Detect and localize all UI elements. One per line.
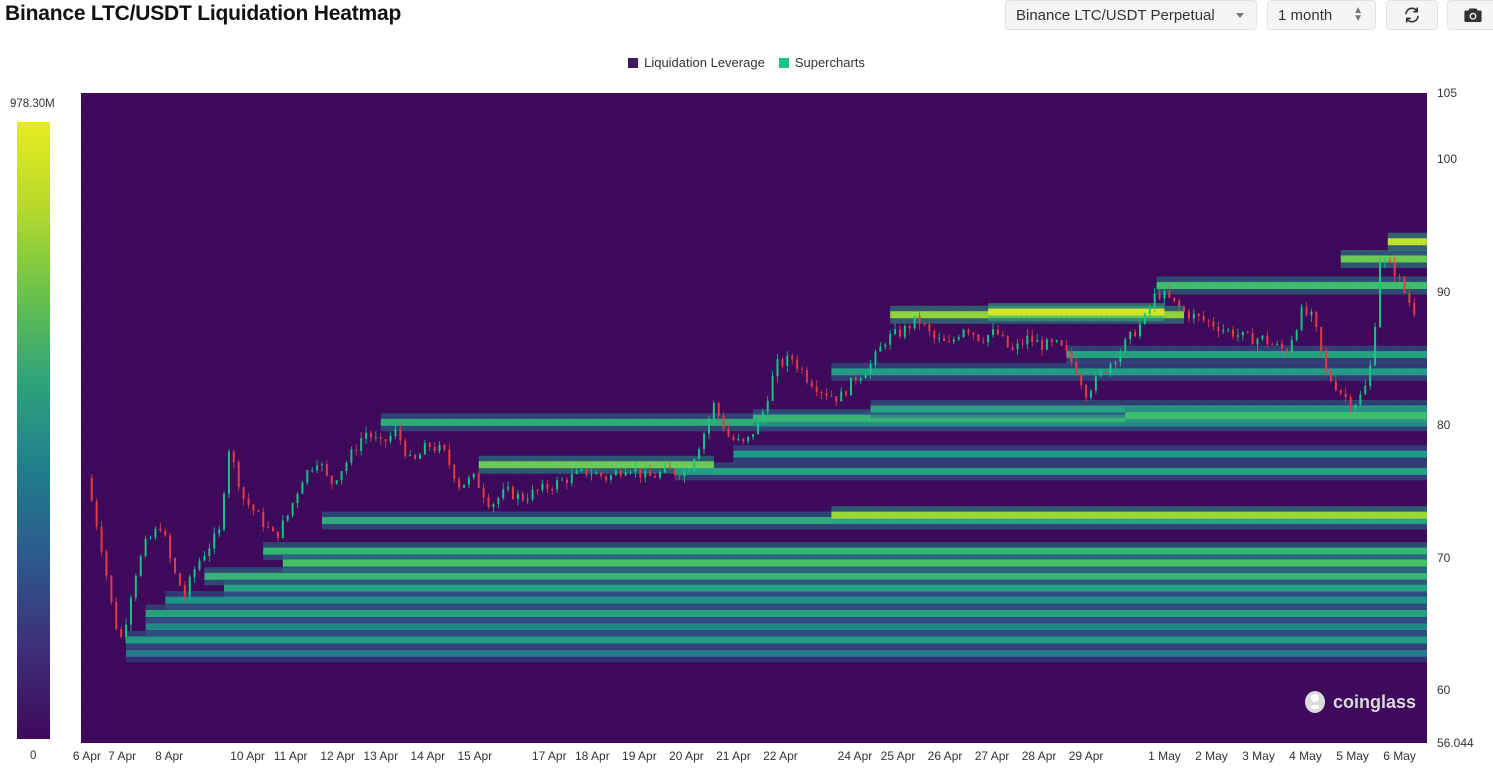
- up-down-arrows-icon: ▲ ▼: [1353, 5, 1363, 24]
- legend-label: Supercharts: [794, 55, 865, 70]
- x-tick-label: 28 Apr: [1021, 749, 1057, 763]
- y-tick-label: 60: [1437, 683, 1451, 698]
- x-tick-label: 29 Apr: [1068, 749, 1104, 763]
- x-tick-label: 13 Apr: [363, 749, 399, 763]
- exchange-select-value: Binance LTC/USDT Perpetual: [1016, 6, 1215, 24]
- legend-swatch: [778, 57, 789, 68]
- x-tick-label: 11 Apr: [273, 749, 308, 763]
- x-tick-label: 3 May: [1242, 749, 1275, 763]
- x-tick-label: 4 May: [1289, 749, 1322, 763]
- y-tick-label: 56.044: [1437, 736, 1474, 750]
- x-tick-label: 19 Apr: [622, 749, 657, 763]
- y-tick-label: 105: [1437, 86, 1458, 100]
- x-tick-label: 17 Apr: [531, 749, 567, 763]
- refresh-button[interactable]: [1386, 0, 1438, 30]
- x-tick-label: 21 Apr: [716, 749, 751, 763]
- period-select[interactable]: 1 month ▲ ▼: [1267, 0, 1376, 30]
- x-tick-label: 8 Apr: [155, 749, 184, 763]
- x-tick-label: 14 Apr: [410, 749, 446, 763]
- y-tick-label: 80: [1437, 417, 1451, 432]
- x-tick-label: 6 May: [1383, 749, 1416, 763]
- x-tick-label: 26 Apr: [927, 749, 963, 763]
- x-tick-label: 6 Apr: [72, 749, 101, 763]
- exchange-select[interactable]: Binance LTC/USDT Perpetual: [1005, 0, 1257, 30]
- x-tick-label: 5 May: [1336, 749, 1369, 763]
- x-tick-label: 20 Apr: [669, 749, 704, 763]
- legend-item-supercharts[interactable]: Supercharts: [778, 55, 865, 70]
- x-tick-label: 1 May: [1148, 749, 1181, 763]
- chevron-down-icon: [1236, 13, 1244, 18]
- x-tick-label: 10 Apr: [230, 749, 265, 763]
- page-title: Binance LTC/USDT Liquidation Heatmap: [5, 2, 402, 25]
- x-tick-label: 24 Apr: [837, 749, 873, 763]
- coinglass-logo-icon: [1305, 691, 1325, 713]
- x-tick-label: 22 Apr: [763, 749, 798, 763]
- x-tick-label: 27 Apr: [974, 749, 1010, 763]
- legend-label: Liquidation Leverage: [644, 55, 765, 70]
- camera-icon: [1464, 8, 1482, 22]
- legend-item-liquidation-leverage[interactable]: Liquidation Leverage: [628, 55, 765, 70]
- heatmap-grid-texture: [81, 93, 1427, 743]
- y-tick-label: 70: [1437, 550, 1451, 565]
- colorbar-max-label: 978.30M: [10, 98, 55, 110]
- watermark: coinglass: [1302, 688, 1416, 716]
- colorbar: [17, 122, 50, 739]
- x-tick-label: 7 Apr: [108, 749, 137, 763]
- period-select-value: 1 month: [1278, 6, 1333, 24]
- screenshot-button[interactable]: [1447, 0, 1493, 30]
- legend-swatch: [628, 57, 639, 68]
- x-tick-label: 2 May: [1195, 749, 1228, 763]
- y-tick-label: 100: [1437, 152, 1458, 167]
- x-tick-label: 18 Apr: [575, 749, 610, 763]
- refresh-icon: [1405, 7, 1419, 23]
- watermark-text: coinglass: [1333, 691, 1417, 712]
- y-tick-label: 90: [1437, 285, 1451, 300]
- colorbar-min-label: 0: [30, 750, 37, 762]
- x-tick-label: 12 Apr: [320, 749, 356, 763]
- heatmap-plot[interactable]: [81, 93, 1427, 743]
- chart-legend: Liquidation Leverage Supercharts: [0, 55, 1493, 70]
- x-tick-label: 25 Apr: [880, 749, 916, 763]
- x-tick-label: 15 Apr: [457, 749, 493, 763]
